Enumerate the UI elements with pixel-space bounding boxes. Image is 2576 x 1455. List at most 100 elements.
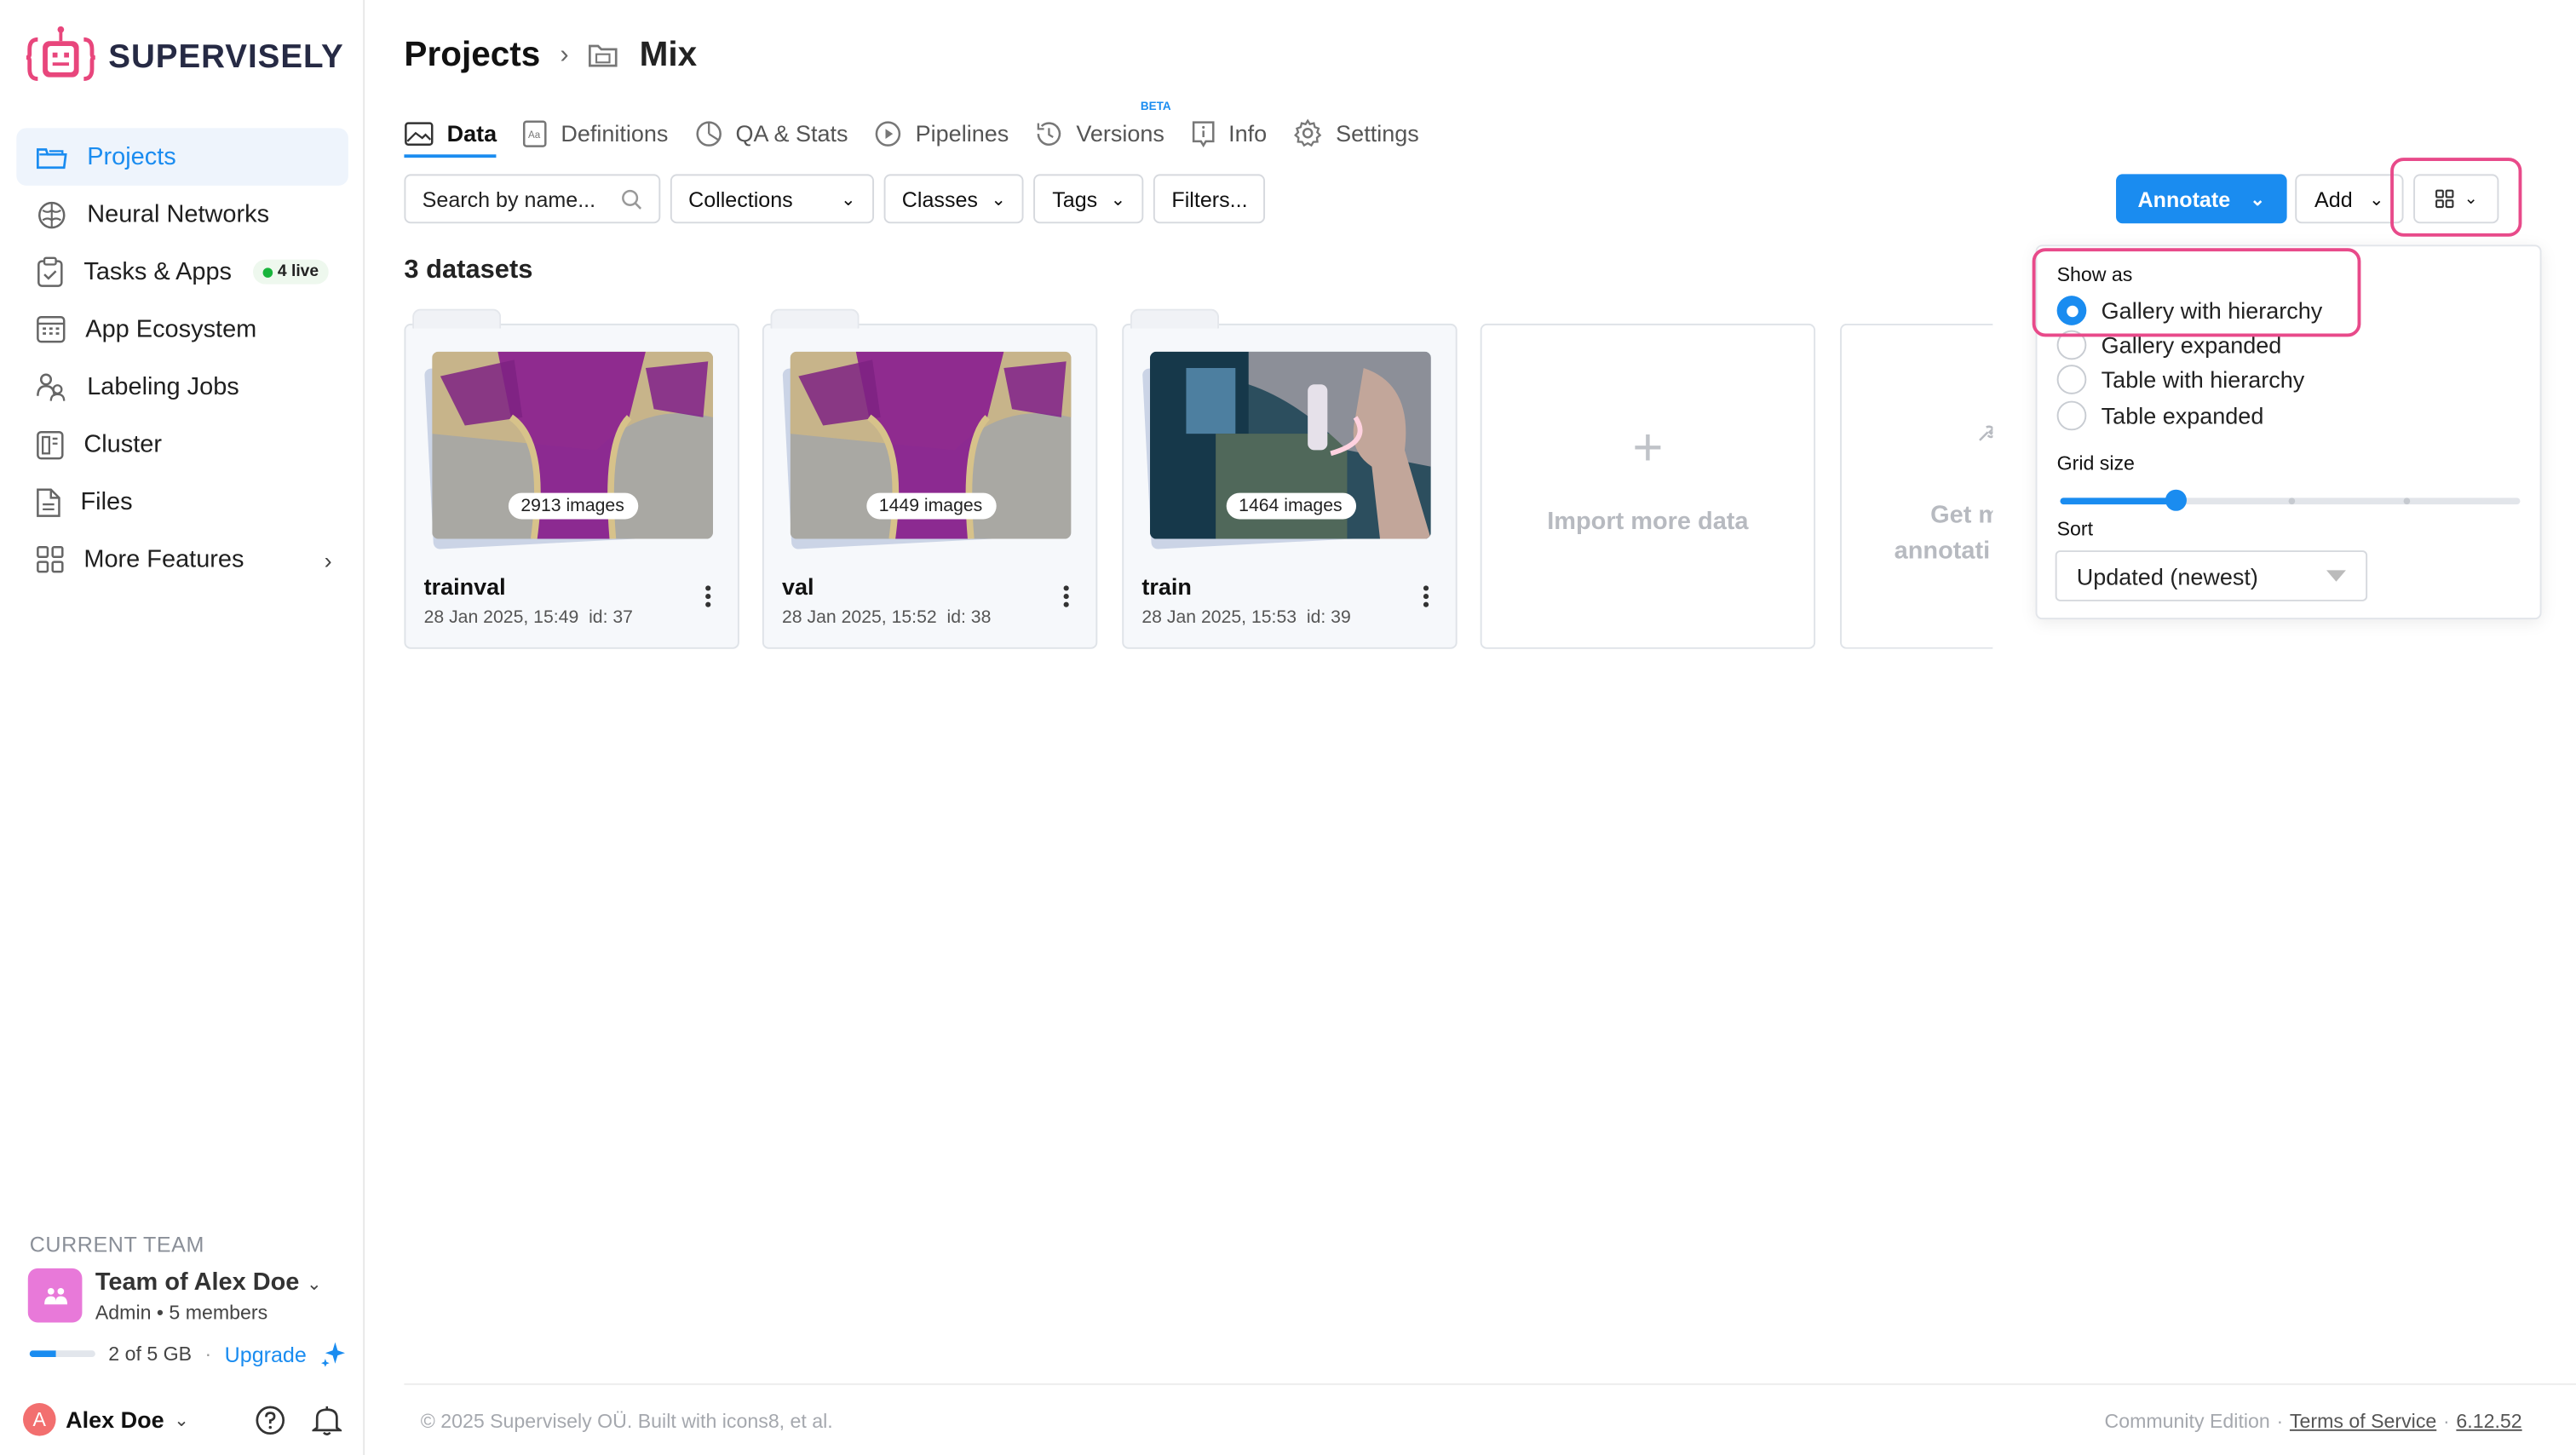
- annotate-button[interactable]: Annotate ⌄: [2116, 174, 2287, 224]
- sidebar-item-label: App Ecosystem: [85, 315, 257, 344]
- tags-label: Tags: [1052, 186, 1098, 211]
- app-grid-icon: [37, 315, 66, 343]
- dataset-name[interactable]: trainval: [424, 573, 506, 600]
- sidebar-item-projects[interactable]: Projects: [16, 128, 348, 186]
- definitions-icon: Aa: [523, 119, 548, 147]
- annotate-label: Annotate: [2137, 186, 2231, 211]
- classes-dropdown[interactable]: Classes ⌄: [883, 174, 1025, 224]
- image-count-badge: 1464 images: [1225, 492, 1356, 520]
- sidebar-item-label: More Features: [83, 545, 244, 574]
- robot-logo-icon: [26, 26, 95, 81]
- sidebar-item-app-ecosystem[interactable]: App Ecosystem: [16, 301, 348, 359]
- dataset-thumbnail: 1449 images: [790, 351, 1072, 539]
- dataset-meta: 28 Jan 2025, 15:49 id: 37: [424, 608, 633, 628]
- add-button[interactable]: Add ⌄: [2295, 174, 2404, 224]
- dataset-id: id: 37: [589, 607, 633, 628]
- sidebar-item-more-features[interactable]: More Features ›: [16, 531, 348, 589]
- sparkle-icon: [320, 1342, 345, 1367]
- tab-settings[interactable]: Settings: [1293, 112, 1419, 154]
- card-label-line-1: Get m: [1930, 501, 1992, 530]
- more-options-icon[interactable]: [1063, 585, 1070, 608]
- version-link[interactable]: 6.12.52: [2456, 1410, 2521, 1433]
- dataset-card-train[interactable]: 1464 images train 28 Jan 2025, 15:53 id:…: [1122, 308, 1458, 649]
- tab-definitions[interactable]: Aa Definitions: [523, 112, 668, 154]
- radio-unselected[interactable]: [2056, 400, 2087, 431]
- sidebar: SUPERVISELY Projects Neural Networks Tas…: [0, 0, 365, 1455]
- option-label: Table with hierarchy: [2101, 366, 2305, 393]
- user-name: Alex Doe: [66, 1406, 164, 1433]
- collections-dropdown[interactable]: Collections ⌄: [670, 174, 875, 224]
- help-icon[interactable]: [255, 1405, 286, 1436]
- sidebar-item-tasks-apps[interactable]: Tasks & Apps 4 live: [16, 243, 348, 301]
- bell-icon[interactable]: [312, 1405, 342, 1436]
- view-button-highlight: [2390, 158, 2522, 237]
- dataset-card-trainval[interactable]: 2913 images trainval 28 Jan 2025, 15:49 …: [404, 308, 739, 649]
- live-tasks-badge: 4 live: [252, 259, 329, 285]
- footer-separator: ·: [2276, 1409, 2284, 1433]
- team-role: Admin: [95, 1301, 152, 1325]
- terms-of-service-link[interactable]: Terms of Service: [2290, 1410, 2436, 1433]
- dataset-id: id: 38: [946, 607, 992, 628]
- filters-button[interactable]: Filters...: [1153, 174, 1266, 224]
- show-as-highlight: [2032, 248, 2361, 337]
- dataset-thumbnail: 2913 images: [432, 351, 714, 539]
- card-folder-tab: [1130, 308, 1220, 329]
- card-folder-tab: [770, 308, 860, 329]
- clipboard-check-icon: [37, 256, 63, 287]
- tab-info[interactable]: Info: [1191, 112, 1267, 154]
- sidebar-item-files[interactable]: Files: [16, 473, 348, 531]
- gear-icon: [1294, 118, 1322, 147]
- import-more-data-card[interactable]: + Import more data: [1480, 323, 1816, 649]
- chevron-down-icon: ⌄: [2368, 189, 2384, 210]
- tab-pipelines[interactable]: Pipelines: [874, 112, 1009, 154]
- sidebar-item-labeling-jobs[interactable]: Labeling Jobs: [16, 358, 348, 416]
- chevron-down-icon: ⌄: [174, 1410, 190, 1430]
- current-team-label: CURRENT TEAM: [29, 1232, 204, 1257]
- page-title[interactable]: Projects: [404, 36, 540, 75]
- more-options-icon[interactable]: [704, 585, 711, 608]
- more-options-icon[interactable]: [1423, 585, 1429, 608]
- caret-down-icon: [2326, 570, 2347, 582]
- user-menu[interactable]: A Alex Doe ⌄: [23, 1403, 189, 1436]
- live-tasks-count: 4 live: [277, 262, 319, 281]
- live-dot: [262, 267, 273, 277]
- radio-unselected[interactable]: [2056, 365, 2087, 394]
- get-annotations-card[interactable]: Get m annotati: [1840, 323, 1993, 649]
- upgrade-link[interactable]: Upgrade: [225, 1342, 307, 1366]
- option-table-with-hierarchy[interactable]: Table with hierarchy: [2056, 365, 2305, 394]
- tab-qa-stats[interactable]: QA & Stats: [694, 112, 848, 154]
- tab-data[interactable]: Data: [404, 112, 497, 158]
- sidebar-item-cluster[interactable]: Cluster: [16, 416, 348, 474]
- team-avatar: [27, 1268, 83, 1323]
- tab-label: Versions: [1076, 119, 1164, 147]
- brain-icon: [38, 200, 66, 228]
- logo[interactable]: SUPERVISELY: [26, 26, 344, 89]
- team-switcher[interactable]: Team of Alex Doe ⌄ Admin • 5 members: [27, 1268, 322, 1325]
- datasets-count: 3 datasets: [404, 256, 533, 285]
- sidebar-item-label: Projects: [87, 142, 176, 171]
- grid-size-slider[interactable]: [2060, 489, 2521, 511]
- team-name: Team of Alex Doe: [95, 1268, 300, 1297]
- user-avatar: A: [23, 1403, 56, 1436]
- storage-usage: 2 of 5 GB · Upgrade: [29, 1341, 346, 1367]
- tags-dropdown[interactable]: Tags ⌄: [1033, 174, 1144, 224]
- slider-knob[interactable]: [2165, 489, 2187, 511]
- svg-text:Aa: Aa: [529, 129, 542, 140]
- sidebar-item-label: Labeling Jobs: [87, 372, 239, 401]
- sort-label: Sort: [2056, 517, 2094, 541]
- dataset-card-val[interactable]: 1449 images val 28 Jan 2025, 15:52 id: 3…: [762, 308, 1098, 649]
- dataset-name[interactable]: train: [1141, 573, 1192, 600]
- sidebar-item-neural-networks[interactable]: Neural Networks: [16, 186, 348, 244]
- dataset-name[interactable]: val: [782, 573, 814, 600]
- search-input[interactable]: Search by name...: [404, 174, 661, 224]
- sidebar-nav: Projects Neural Networks Tasks & Apps 4 …: [16, 128, 348, 588]
- tab-versions[interactable]: Versions BETA: [1035, 102, 1171, 154]
- pie-chart-icon: [695, 120, 722, 146]
- footer-copyright: © 2025 Supervisely OÜ. Built with icons8…: [420, 1409, 833, 1433]
- dataset-id: id: 39: [1306, 607, 1351, 628]
- storage-text: 2 of 5 GB: [108, 1342, 193, 1366]
- chevron-right-icon: ›: [560, 41, 569, 70]
- collections-label: Collections: [688, 186, 793, 211]
- option-table-expanded[interactable]: Table expanded: [2056, 400, 2263, 431]
- sort-select[interactable]: Updated (newest): [2055, 550, 2368, 601]
